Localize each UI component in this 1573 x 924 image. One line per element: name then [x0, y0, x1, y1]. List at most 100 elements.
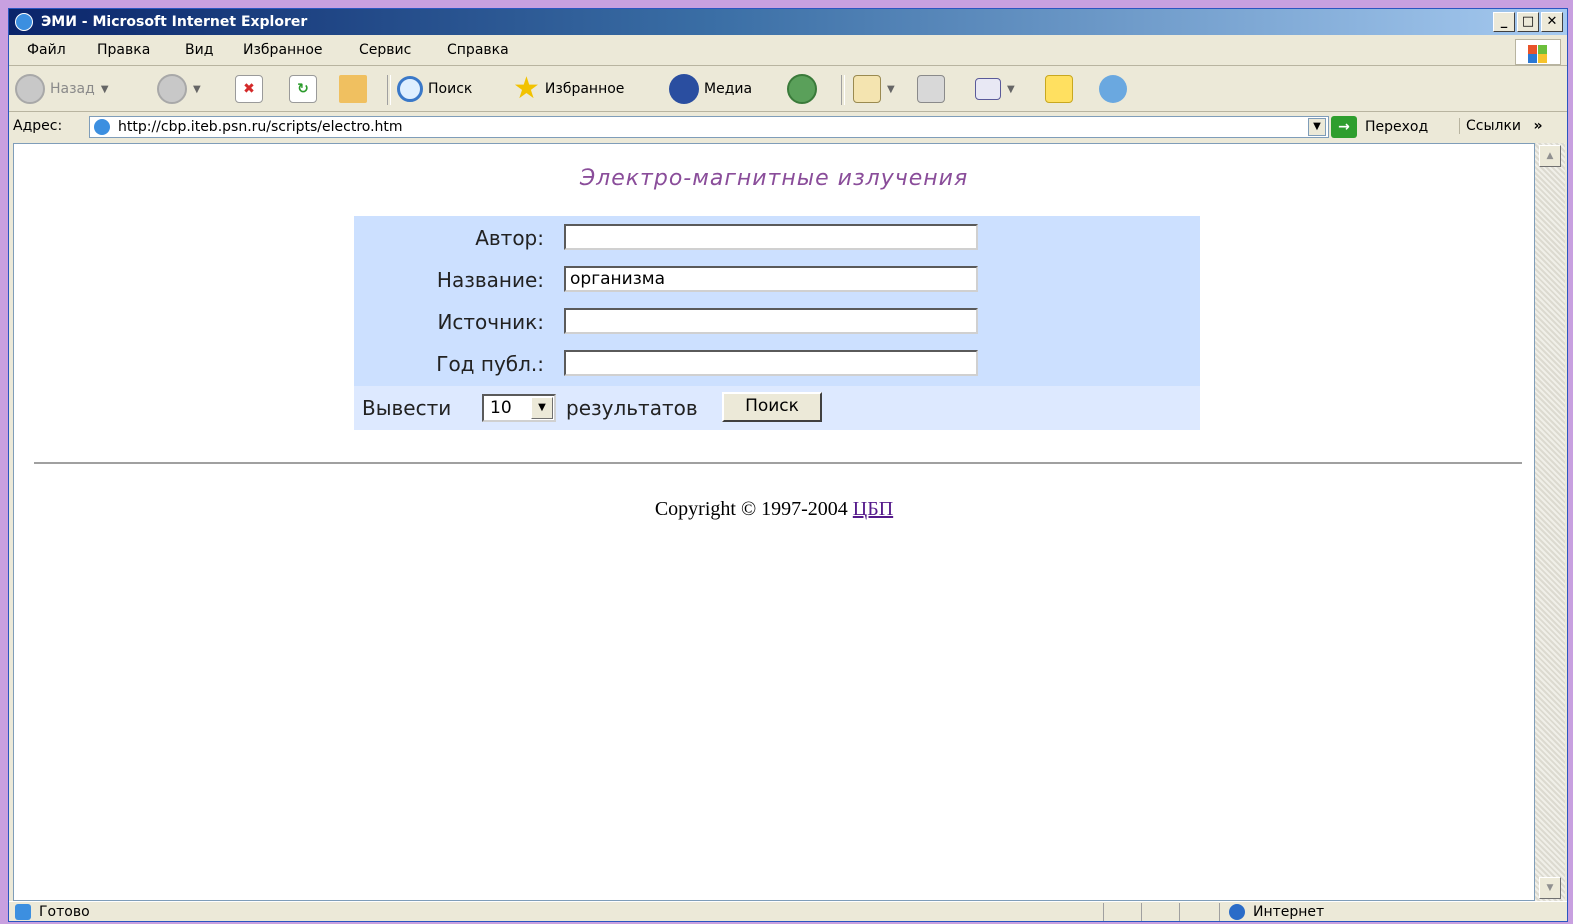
address-label: Адрес: — [13, 118, 63, 134]
menu-file[interactable]: Файл — [27, 42, 66, 58]
refresh-button[interactable]: ↻ — [289, 73, 317, 105]
address-input[interactable]: http://cbp.iteb.psn.ru/scripts/electro.h… — [89, 116, 1329, 138]
copyright-text: Copyright © 1997-2004 — [654, 498, 853, 520]
copyright: Copyright © 1997-2004 ЦБП — [14, 498, 1534, 521]
word-icon — [975, 78, 1001, 100]
divider — [34, 462, 1522, 464]
star-icon: ★ — [513, 71, 540, 106]
results-count-select[interactable]: 10 ▼ — [482, 394, 556, 422]
printer-icon — [917, 75, 945, 103]
close-button[interactable]: ✕ — [1541, 12, 1563, 32]
results-label: результатов — [566, 396, 698, 420]
year-label: Год публ.: — [436, 352, 544, 376]
edit-dropdown-icon[interactable]: ▼ — [1007, 84, 1015, 95]
chevron-right-icon[interactable]: » — [1533, 118, 1542, 134]
page-status-icon — [15, 904, 31, 920]
chevron-down-icon[interactable]: ▼ — [531, 397, 553, 419]
author-label: Автор: — [475, 226, 544, 250]
maximize-button[interactable]: □ — [1517, 12, 1539, 32]
author-row: Автор: — [354, 224, 1200, 254]
stop-icon: ✖ — [235, 75, 263, 103]
favorites-toolbar-button[interactable]: ★ Избранное — [513, 73, 624, 105]
menu-view[interactable]: Вид — [185, 42, 213, 58]
forward-button[interactable]: ▼ — [157, 73, 201, 105]
history-button[interactable] — [787, 73, 817, 105]
vertical-scrollbar[interactable]: ▲ ▼ — [1535, 143, 1565, 901]
menu-help[interactable]: Справка — [447, 42, 509, 58]
status-divider — [1179, 903, 1180, 921]
mail-button[interactable]: ▼ — [853, 73, 895, 105]
refresh-icon: ↻ — [289, 75, 317, 103]
stop-button[interactable]: ✖ — [235, 73, 263, 105]
edit-button[interactable]: ▼ — [975, 73, 1015, 105]
zone-label: Интернет — [1253, 904, 1325, 920]
go-button[interactable]: → Переход — [1331, 116, 1428, 138]
toolbar: Назад ▼ ▼ ✖ ↻ Поиск ★ Избранное Медиа ▼ … — [9, 67, 1567, 112]
magnifier-icon — [397, 76, 423, 102]
name-input[interactable]: организма — [564, 266, 978, 292]
print-button[interactable] — [917, 73, 945, 105]
forward-arrow-icon — [157, 74, 187, 104]
menu-bar: Файл Правка Вид Избранное Сервис Справка — [9, 37, 1567, 66]
name-label: Название: — [436, 268, 544, 292]
title-bar: ЭМИ - Microsoft Internet Explorer _ □ ✕ — [9, 9, 1567, 35]
menu-edit[interactable]: Правка — [97, 42, 150, 58]
search-form: Автор: Название: организма Источник: Год… — [354, 216, 1200, 430]
back-button[interactable]: Назад ▼ — [15, 73, 109, 105]
author-input[interactable] — [564, 224, 978, 250]
menu-favorites[interactable]: Избранное — [243, 42, 323, 58]
browser-window: ЭМИ - Microsoft Internet Explorer _ □ ✕ … — [8, 8, 1568, 922]
status-divider — [1219, 903, 1220, 921]
messenger-button[interactable] — [1099, 73, 1127, 105]
scroll-up-icon[interactable]: ▲ — [1539, 145, 1561, 167]
menu-tools[interactable]: Сервис — [359, 42, 411, 58]
page-icon — [94, 119, 110, 135]
status-text: Готово — [39, 904, 90, 920]
messenger-icon — [1099, 75, 1127, 103]
search-toolbar-button[interactable]: Поиск — [397, 73, 472, 105]
links-label: Ссылки — [1466, 118, 1522, 134]
search-button[interactable]: Поиск — [722, 392, 822, 422]
source-row: Источник: — [354, 308, 1200, 338]
source-label: Источник: — [437, 310, 544, 334]
media-icon — [669, 74, 699, 104]
forward-dropdown-icon[interactable]: ▼ — [193, 84, 201, 95]
form-fields-panel: Автор: Название: организма Источник: Год… — [354, 216, 1200, 386]
source-input[interactable] — [564, 308, 978, 334]
copyright-link[interactable]: ЦБП — [853, 498, 893, 520]
discuss-button[interactable] — [1045, 73, 1073, 105]
minimize-button[interactable]: _ — [1493, 12, 1515, 32]
home-button[interactable] — [339, 73, 367, 105]
media-toolbar-button[interactable]: Медиа — [669, 73, 752, 105]
status-divider — [1141, 903, 1142, 921]
year-input[interactable] — [564, 350, 978, 376]
address-bar: Адрес: http://cbp.iteb.psn.ru/scripts/el… — [9, 113, 1567, 141]
page-title: Электро-магнитные излучения — [579, 166, 969, 191]
home-icon — [339, 75, 367, 103]
back-arrow-icon — [15, 74, 45, 104]
page-content: Электро-магнитные излучения Автор: Назва… — [13, 143, 1535, 901]
globe-icon — [1229, 904, 1245, 920]
go-arrow-icon: → — [1331, 116, 1357, 138]
status-bar: Готово Интернет — [9, 901, 1567, 922]
toolbar-separator — [841, 75, 845, 105]
ie-icon — [15, 13, 33, 31]
address-dropdown-icon[interactable]: ▼ — [1308, 118, 1326, 136]
note-icon — [1045, 75, 1073, 103]
address-url[interactable]: http://cbp.iteb.psn.ru/scripts/electro.h… — [118, 119, 403, 135]
back-dropdown-icon[interactable]: ▼ — [101, 84, 109, 95]
links-button[interactable]: Ссылки » — [1459, 118, 1543, 134]
mail-icon — [853, 75, 881, 103]
form-actions-panel: Вывести 10 ▼ результатов Поиск — [354, 386, 1200, 430]
scroll-down-icon[interactable]: ▼ — [1539, 877, 1561, 899]
windows-logo-icon — [1515, 39, 1561, 65]
results-count-value: 10 — [490, 398, 512, 418]
window-title: ЭМИ - Microsoft Internet Explorer — [41, 14, 308, 30]
mail-dropdown-icon[interactable]: ▼ — [887, 84, 895, 95]
year-row: Год публ.: — [354, 350, 1200, 380]
status-divider — [1103, 903, 1104, 921]
show-label: Вывести — [362, 396, 452, 420]
name-row: Название: организма — [354, 266, 1200, 296]
history-icon — [787, 74, 817, 104]
toolbar-separator — [387, 75, 391, 105]
